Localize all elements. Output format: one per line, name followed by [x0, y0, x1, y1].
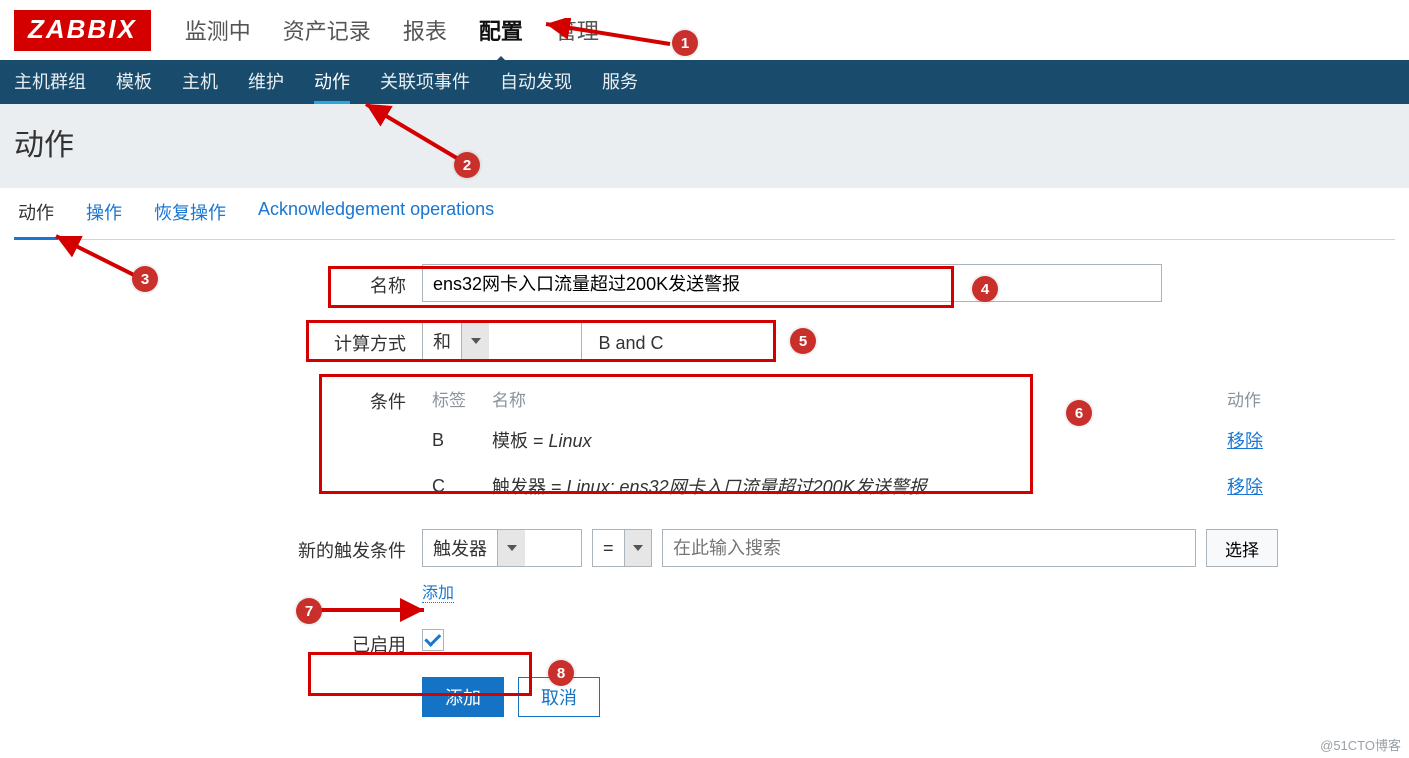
tab-operations[interactable]: 操作: [82, 189, 126, 240]
name-input[interactable]: [422, 264, 1162, 302]
table-row: C 触发器 = Linux: ens32网卡入口流量超过200K发送警报 移除: [422, 463, 1297, 509]
cond-desc: 触发器 = Linux: ens32网卡入口流量超过200K发送警报: [482, 463, 1217, 509]
page-title-area: 动作: [0, 104, 1409, 188]
add-condition-link[interactable]: 添加: [422, 585, 454, 603]
cond-tag: C: [422, 463, 482, 509]
subnav-templates[interactable]: 模板: [116, 60, 152, 104]
annotation-marker: 4: [972, 276, 998, 302]
cond-desc: 模板 = Linux: [482, 417, 1217, 463]
topbar: ZABBIX 监测中 资产记录 报表 配置 管理: [0, 0, 1409, 60]
condition-operator-select[interactable]: =: [592, 529, 652, 567]
page-title: 动作: [14, 120, 1395, 164]
row-calc: 计算方式 和 B and C: [14, 322, 1395, 360]
new-condition-inputs: 触发器 = 选择: [422, 529, 1395, 567]
subnav-discovery[interactable]: 自动发现: [500, 60, 572, 104]
condition-search-input[interactable]: [662, 529, 1196, 567]
enabled-checkbox[interactable]: [422, 629, 444, 651]
action-form: 名称 计算方式 和 B and C 条件: [14, 264, 1395, 717]
tab-recovery-operations[interactable]: 恢复操作: [150, 189, 230, 240]
annotation-marker: 5: [790, 328, 816, 354]
remove-link[interactable]: 移除: [1227, 431, 1263, 451]
row-enabled: 已启用: [14, 623, 1395, 657]
topnav-administration[interactable]: 管理: [555, 14, 599, 46]
topnav-reports[interactable]: 报表: [403, 14, 447, 46]
watermark: @51CTO博客: [1320, 735, 1401, 754]
cond-tag: B: [422, 417, 482, 463]
label-name: 名称: [14, 264, 422, 298]
calc-expression: B and C: [598, 333, 663, 354]
content: 动作 操作 恢复操作 Acknowledgement operations 名称…: [0, 188, 1409, 717]
topnav-inventory[interactable]: 资产记录: [283, 14, 371, 46]
submit-button[interactable]: 添加: [422, 677, 504, 717]
topnav-configuration[interactable]: 配置: [479, 14, 523, 46]
table-row: B 模板 = Linux 移除: [422, 417, 1297, 463]
chevron-down-icon: [461, 323, 489, 359]
annotation-marker: 6: [1066, 400, 1092, 426]
annotation-marker: 8: [548, 660, 574, 686]
th-action: 动作: [1217, 380, 1297, 417]
top-nav: 监测中 资产记录 报表 配置 管理: [185, 14, 599, 46]
row-name: 名称: [14, 264, 1395, 302]
tab-action[interactable]: 动作: [14, 189, 58, 240]
subnav-maintenance[interactable]: 维护: [248, 60, 284, 104]
tabs: 动作 操作 恢复操作 Acknowledgement operations: [14, 188, 1395, 240]
condition-type-value: 触发器: [423, 535, 497, 561]
subnav-hosts[interactable]: 主机: [182, 60, 218, 104]
row-conditions: 条件 标签 名称 动作 B: [14, 380, 1395, 509]
tab-ack-operations[interactable]: Acknowledgement operations: [254, 189, 498, 240]
annotation-marker: 2: [454, 152, 480, 178]
annotation-marker: 3: [132, 266, 158, 292]
logo: ZABBIX: [14, 10, 151, 51]
subnav-correlation[interactable]: 关联项事件: [380, 60, 470, 104]
calc-select-value: 和: [423, 328, 461, 354]
remove-link[interactable]: 移除: [1227, 477, 1263, 497]
row-buttons: 添加 取消: [14, 677, 1395, 717]
th-name: 名称: [482, 380, 1217, 417]
annotation-marker: 1: [672, 30, 698, 56]
label-enabled: 已启用: [14, 623, 422, 657]
subnav-hostgroups[interactable]: 主机群组: [14, 60, 86, 104]
calc-select[interactable]: 和: [422, 322, 582, 360]
condition-type-select[interactable]: 触发器: [422, 529, 582, 567]
sub-nav: 主机群组 模板 主机 维护 动作 关联项事件 自动发现 服务: [0, 60, 1409, 104]
th-tag: 标签: [422, 380, 482, 417]
row-new-condition: 新的触发条件 触发器 = 选择: [14, 529, 1395, 603]
conditions-table: 标签 名称 动作 B 模板 = Linux 移除: [422, 380, 1297, 509]
chevron-down-icon: [497, 530, 525, 566]
condition-operator-value: =: [593, 538, 624, 559]
annotation-marker: 7: [296, 598, 322, 624]
subnav-services[interactable]: 服务: [602, 60, 638, 104]
chevron-down-icon: [624, 530, 651, 566]
label-calc: 计算方式: [14, 322, 422, 356]
label-conditions: 条件: [14, 380, 422, 414]
condition-select-button[interactable]: 选择: [1206, 529, 1278, 567]
topnav-monitoring[interactable]: 监测中: [185, 14, 251, 46]
subnav-actions[interactable]: 动作: [314, 60, 350, 104]
label-new-condition: 新的触发条件: [14, 529, 422, 563]
